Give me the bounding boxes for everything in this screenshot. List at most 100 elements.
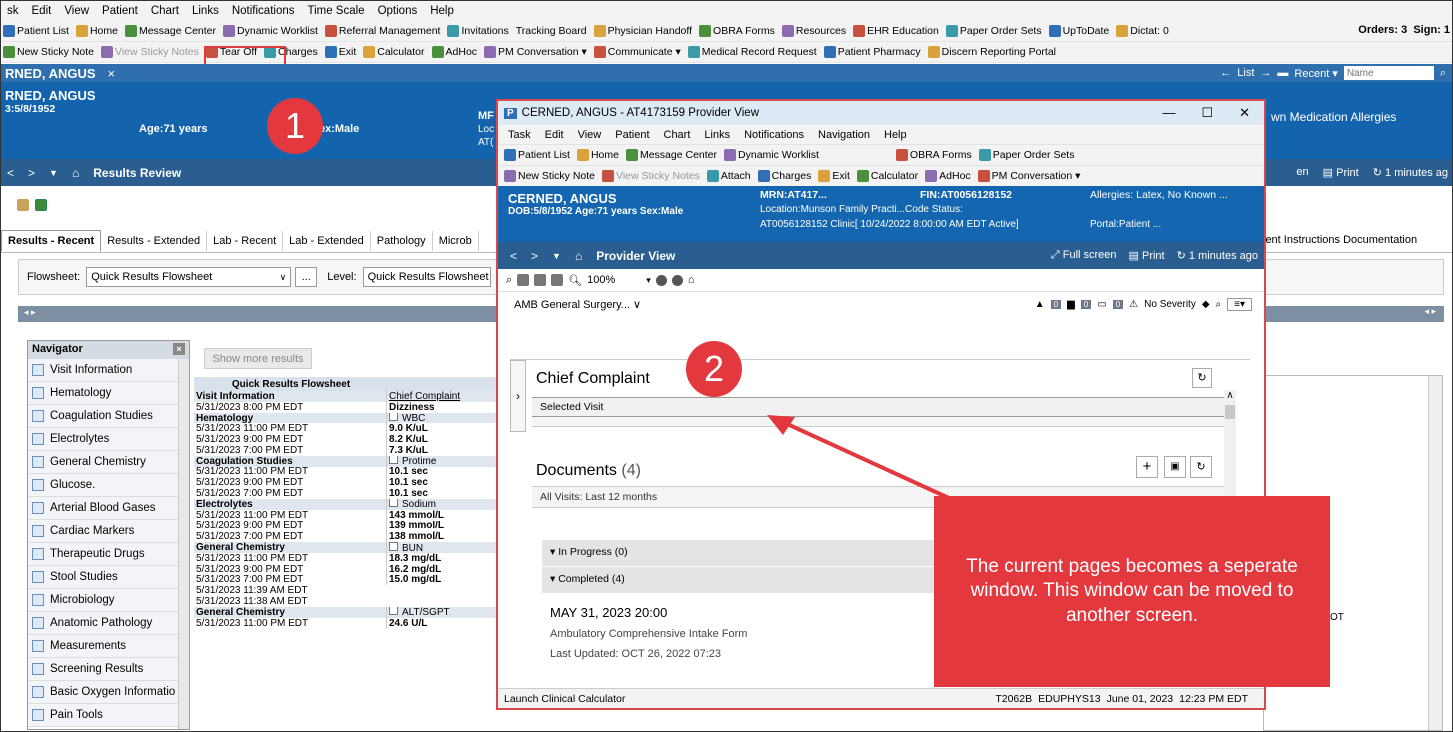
level-select[interactable]: Quick Results Flowsheet [362,267,491,287]
close-icon[interactable]: ✕ [1239,105,1250,121]
row-value[interactable]: Sodium [386,498,499,510]
window-toolbar-adhoc-button[interactable]: AdHoc [925,170,971,182]
tab-pathology[interactable]: Pathology [371,230,433,251]
navigator-item-visit-information[interactable]: Visit Information [28,359,189,382]
navigator-item-general-chemistry[interactable]: General Chemistry [28,451,189,474]
toolbar-invitations-button[interactable]: Invitations [447,25,509,37]
toolbar-obra-forms-button[interactable]: OBRA Forms [699,25,775,37]
toolbar-message-center-button[interactable]: Message Center [124,25,216,37]
toolbar-pm-conversation--button[interactable]: PM Conversation ▾ [484,46,587,58]
row-value[interactable]: BUN [386,542,499,553]
checkbox-icon[interactable] [32,364,44,376]
toolbar-resources-button[interactable]: Resources [781,25,846,37]
row-value[interactable]: Dizziness [386,401,499,413]
menu-item-options[interactable]: Options [378,5,418,17]
window-menu-help[interactable]: Help [884,129,907,141]
checkbox-icon[interactable] [32,709,44,721]
window-menu-links[interactable]: Links [704,129,730,141]
toolbar-new-sticky-note-button[interactable]: New Sticky Note [3,46,94,58]
launch-calculator-link[interactable]: Launch Clinical Calculator [504,693,625,705]
row-value[interactable]: 143 mmol/L [386,509,499,521]
row-value[interactable]: WBC [386,412,499,424]
menu-icon[interactable]: ≡▾ [1227,298,1252,311]
navigator-item-stool-studies[interactable]: Stool Studies [28,566,189,589]
next-page-icon[interactable] [551,274,564,286]
toolbar-calculator-button[interactable]: Calculator [363,46,425,58]
window-toolbar-paper-order-sets-button[interactable]: Paper Order Sets [978,149,1074,161]
history-dropdown-icon[interactable]: ▼ [49,168,58,178]
toolbar-patient-pharmacy-button[interactable]: Patient Pharmacy [823,46,921,58]
row-value[interactable]: ALT/SGPT [386,606,499,618]
maximize-icon[interactable]: ☐ [1201,105,1213,121]
window-toolbar-calculator-button[interactable]: Calculator [856,170,918,182]
checkbox-icon[interactable] [32,525,44,537]
recent-dropdown[interactable]: Recent ▾ [1294,67,1337,80]
checkbox-icon[interactable] [389,455,398,465]
toolbar-referral-management-button[interactable]: Referral Management [324,25,440,37]
checkbox-icon[interactable] [389,498,398,508]
tab-patient-instructions[interactable]: ient Instructions Documentation [1263,234,1417,246]
navigator-item-pain-tools[interactable]: Pain Tools [28,704,189,727]
toolbar-dynamic-worklist-button[interactable]: Dynamic Worklist [223,25,318,37]
row-value[interactable]: 9.0 K/uL [386,423,499,435]
home-icon[interactable]: ⌂ [72,166,79,180]
navigator-item-cardiac-markers[interactable]: Cardiac Markers [28,520,189,543]
window-toolbar-view-sticky-notes-button[interactable]: View Sticky Notes [602,170,700,182]
window-menu-task[interactable]: Task [508,129,531,141]
row-value[interactable]: Protime [386,455,499,467]
tab-lab-extended[interactable]: Lab - Extended [283,230,371,251]
forward-arrow-icon[interactable]: → [1260,67,1271,79]
row-value[interactable]: 24.6 U/L [386,617,499,629]
forward-icon[interactable]: > [531,249,538,263]
row-value[interactable]: 10.1 sec [386,466,499,478]
checkbox-icon[interactable] [32,502,44,514]
print-button[interactable]: ▤ Print [1323,166,1359,179]
refresh-icon[interactable]: ↻ [1190,456,1212,478]
tab-results-recent[interactable]: Results - Recent [1,229,102,252]
toolbar-home-button[interactable]: Home [75,25,118,37]
back-arrow-icon[interactable]: ← [1220,67,1231,79]
checkbox-icon[interactable] [32,594,44,606]
folder-icon[interactable] [17,199,29,211]
toolbar-exit-button[interactable]: Exit [324,46,356,58]
refresh-button[interactable]: ↻ 1 minutes ago [1177,249,1258,262]
chevron-down-icon[interactable]: ▾ [646,275,651,286]
menu-item-view[interactable]: View [64,5,89,17]
add-icon[interactable]: + [1136,456,1158,478]
toolbar-adhoc-button[interactable]: AdHoc [431,46,477,58]
row-value[interactable]: 10.1 sec [386,477,499,489]
window-toolbar-home-button[interactable]: Home [576,149,619,161]
row-value[interactable]: 18.3 mg/dL [386,552,499,564]
checkbox-icon[interactable] [32,456,44,468]
back-icon[interactable]: < [7,166,14,180]
toolbar-view-sticky-notes-button[interactable]: View Sticky Notes [101,46,199,58]
grid-scrollbar[interactable] [1428,376,1442,730]
window-toolbar-exit-button[interactable]: Exit [818,170,850,182]
window-toolbar-message-center-button[interactable]: Message Center [625,149,717,161]
menu-item-time-scale[interactable]: Time Scale [307,5,364,17]
navigator-item-screening-results[interactable]: Screening Results [28,658,189,681]
window-menu-view[interactable]: View [578,129,602,141]
severity-icon[interactable]: ⚠ [1129,299,1138,310]
toolbar-physician-handoff-button[interactable]: Physician Handoff [593,25,692,37]
message-icon[interactable]: ▆ [1067,299,1075,310]
circle-icon[interactable] [655,274,667,286]
toolbar-paper-order-sets-button[interactable]: Paper Order Sets [945,25,1042,37]
show-more-results-button[interactable]: Show more results [204,348,312,369]
back-icon[interactable]: < [510,249,517,263]
checkbox-icon[interactable] [32,479,44,491]
page-icon[interactable] [517,274,530,286]
flowsheet-select[interactable]: Quick Results Flowsheet ∨ [86,267,292,287]
checkbox-icon[interactable] [389,542,398,551]
house-icon[interactable]: ⌂ [688,274,695,286]
toolbar-discern-reporting-portal-button[interactable]: Discern Reporting Portal [927,46,1056,58]
navigator-item-measurements[interactable]: Measurements [28,635,189,658]
window-toolbar-pm-conversation--button[interactable]: PM Conversation ▾ [977,170,1080,182]
full-screen-button[interactable]: en [1296,166,1308,179]
full-screen-button[interactable]: ⤢ Full screen [1051,249,1117,262]
toolbar-ehr-education-button[interactable]: EHR Education [853,25,939,37]
checkbox-icon[interactable] [32,548,44,560]
checkbox-icon[interactable] [32,433,44,445]
navigator-item-glucose-[interactable]: Glucose. [28,474,189,497]
document-date[interactable]: MAY 31, 2023 20:00 [550,605,667,620]
